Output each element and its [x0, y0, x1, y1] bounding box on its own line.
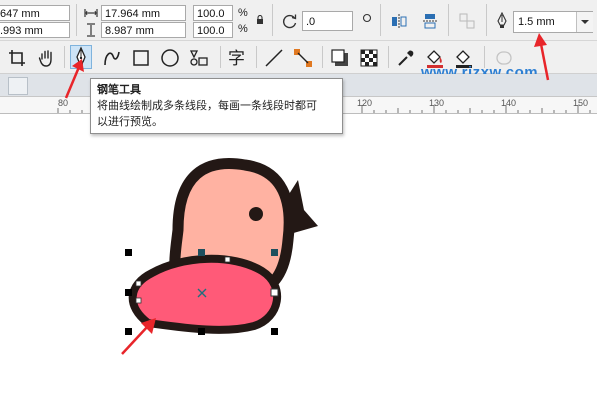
annotation-arrows	[64, 33, 550, 355]
tooltip-title: 钢笔工具	[97, 83, 141, 96]
tooltip-description-line2: 以进行预览。	[97, 115, 163, 128]
tooltip-description-line1: 将曲线绘制成多条线段，每画一条线段时都可	[97, 99, 317, 112]
pen-tool-tooltip: 钢笔工具 将曲线绘制成多条线段，每画一条线段时都可 以进行预览。	[90, 78, 343, 134]
